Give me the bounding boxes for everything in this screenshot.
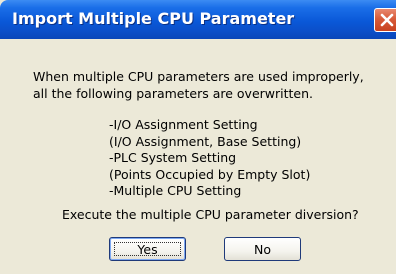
list-item: (I/O Assignment, Base Setting)	[109, 133, 302, 149]
list-item: (Points Occupied by Empty Slot)	[109, 166, 311, 182]
import-dialog: Import Multiple CPU Parameter When multi…	[0, 0, 396, 274]
no-button-label: No	[254, 241, 271, 257]
focus-ring	[114, 242, 181, 256]
list-item: -I/O Assignment Setting	[109, 117, 258, 132]
title-bar[interactable]: Import Multiple CPU Parameter	[0, 0, 396, 39]
parameter-list: -I/O Assignment Setting (I/O Assignment,…	[109, 117, 310, 200]
warning-message: When multiple CPU parameters are used im…	[33, 68, 364, 102]
dialog-title: Import Multiple CPU Parameter	[12, 9, 295, 28]
list-item: -PLC System Setting	[109, 150, 237, 165]
no-button[interactable]: No	[224, 237, 301, 261]
message-line: When multiple CPU parameters are used im…	[33, 69, 364, 84]
yes-button[interactable]: Yes	[109, 237, 186, 261]
message-line: all the following parameters are overwri…	[33, 86, 313, 101]
confirmation-question: Execute the multiple CPU parameter diver…	[62, 207, 359, 222]
close-icon	[380, 13, 394, 27]
list-item: -Multiple CPU Setting	[109, 183, 242, 198]
close-button[interactable]	[374, 8, 396, 32]
